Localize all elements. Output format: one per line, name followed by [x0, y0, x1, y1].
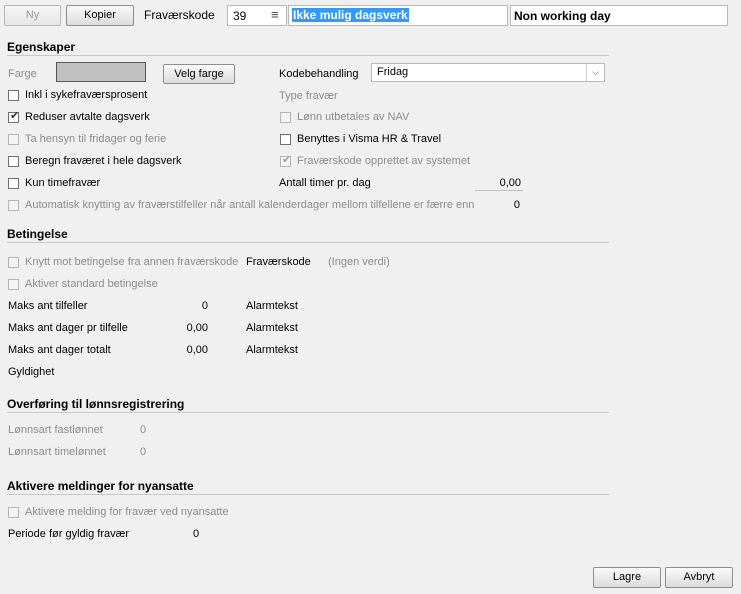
checkbox-standard[interactable] [8, 279, 19, 290]
checkbox-label: Inkl i sykefraværsprosent [25, 89, 148, 101]
list-icon[interactable]: ≡ [271, 7, 279, 22]
checkbox-label: Ta hensyn til fridager og ferie [25, 133, 167, 145]
copy-button[interactable]: Kopier [66, 5, 134, 26]
section-title-betingelse: Betingelse [7, 227, 68, 241]
alarm-text-label: Alarmtekst [246, 344, 298, 356]
fixed-pay-value[interactable]: 0 [140, 424, 146, 436]
alarm-text-label: Alarmtekst [246, 322, 298, 334]
checkbox-auto-link[interactable] [8, 200, 19, 211]
max-days-per-case-label: Maks ant dager pr tilfelle [8, 322, 128, 334]
code-label: Fraværskode [144, 8, 215, 22]
alarm-text-label: Alarmtekst [246, 300, 298, 312]
section-divider [7, 494, 609, 495]
max-days-total-value[interactable]: 0,00 [170, 344, 208, 356]
checkbox-reduce[interactable]: ✔ [8, 110, 20, 123]
hourly-pay-value[interactable]: 0 [140, 446, 146, 458]
validity-label: Gyldighet [8, 366, 55, 378]
checkbox-label: Reduser avtalte dagsverk [25, 111, 150, 123]
name-value: Ikke mulig dagsverk [292, 8, 409, 22]
chevron-down-icon[interactable]: ⌵ [586, 64, 604, 81]
choose-color-button[interactable]: Velg farge [163, 64, 235, 84]
max-cases-value[interactable]: 0 [170, 300, 208, 312]
save-button[interactable]: Lagre [593, 567, 661, 588]
code-handling-label: Kodebehandling [279, 68, 359, 80]
absence-type-label: Type fravær [279, 90, 338, 102]
code-input[interactable]: 39 ≡ [227, 5, 287, 26]
condition-code-label: Fraværskode [246, 256, 311, 268]
checkbox-label: Lønn utbetales av NAV [297, 111, 410, 123]
section-title-meldinger: Aktivere meldinger for nyansatte [7, 479, 194, 493]
checkbox-label: Beregn fraværet i hele dagsverk [25, 155, 182, 167]
checkbox-label: Aktiver standard betingelse [25, 278, 158, 290]
checkbox-system[interactable]: ✔ [280, 154, 292, 167]
color-swatch [56, 62, 146, 82]
checkbox-holidays[interactable] [8, 134, 19, 145]
hours-per-day-value: 0,00 [499, 177, 521, 189]
checkbox-visma[interactable] [280, 134, 291, 145]
code-handling-select[interactable]: Fridag ⌵ [371, 63, 605, 82]
section-title-egenskaper: Egenskaper [7, 40, 76, 54]
checkbox-label: Benyttes i Visma HR & Travel [297, 133, 442, 145]
condition-code-value[interactable]: (Ingen verdi) [328, 256, 390, 268]
checkbox-nav[interactable] [280, 112, 291, 123]
checkbox-hours-only[interactable] [8, 178, 19, 189]
hours-per-day-label: Antall timer pr. dag [279, 177, 371, 189]
cancel-button[interactable]: Avbryt [665, 567, 733, 588]
checkbox-link-condition[interactable] [8, 257, 19, 268]
checkbox-label: Knytt mot betingelse fra annen fraværsko… [25, 256, 239, 268]
checkbox-sick-pct[interactable] [8, 90, 19, 101]
max-cases-label: Maks ant tilfeller [8, 300, 88, 312]
section-divider [7, 412, 609, 413]
check-icon: ✔ [282, 154, 292, 166]
code-value: 39 [233, 9, 247, 23]
max-days-total-label: Maks ant dager totalt [8, 344, 111, 356]
checkbox-label: Automatisk knytting av fraværstilfeller … [25, 199, 475, 211]
section-title-overforing: Overføring til lønnsregistrering [7, 397, 185, 411]
name-en-input[interactable]: Non working day [510, 5, 728, 26]
hours-per-day-input[interactable]: 0,00 [475, 175, 523, 191]
color-label: Farge [8, 68, 37, 80]
checkbox-label: Kun timefravær [25, 177, 101, 189]
period-value[interactable]: 0 [193, 528, 199, 540]
checkbox-whole-days[interactable] [8, 156, 19, 167]
code-handling-value: Fridag [377, 66, 409, 78]
check-icon: ✔ [10, 110, 20, 122]
checkbox-label: Aktivere melding for fravær ved nyansatt… [25, 506, 229, 518]
max-days-per-case-value[interactable]: 0,00 [170, 322, 208, 334]
checkbox-new-hire[interactable] [8, 507, 19, 518]
auto-link-value[interactable]: 0 [505, 199, 520, 211]
name-en-value: Non working day [514, 9, 611, 23]
section-divider [7, 242, 609, 243]
hourly-pay-label: Lønnsart timelønnet [8, 446, 106, 458]
section-divider [7, 55, 609, 56]
name-input[interactable]: Ikke mulig dagsverk [288, 5, 508, 26]
period-label: Periode før gyldig fravær [8, 528, 130, 540]
checkbox-label: Fraværskode opprettet av systemet [297, 155, 471, 167]
new-button[interactable]: Ny [4, 5, 61, 26]
fixed-pay-label: Lønnsart fastlønnet [8, 424, 103, 436]
